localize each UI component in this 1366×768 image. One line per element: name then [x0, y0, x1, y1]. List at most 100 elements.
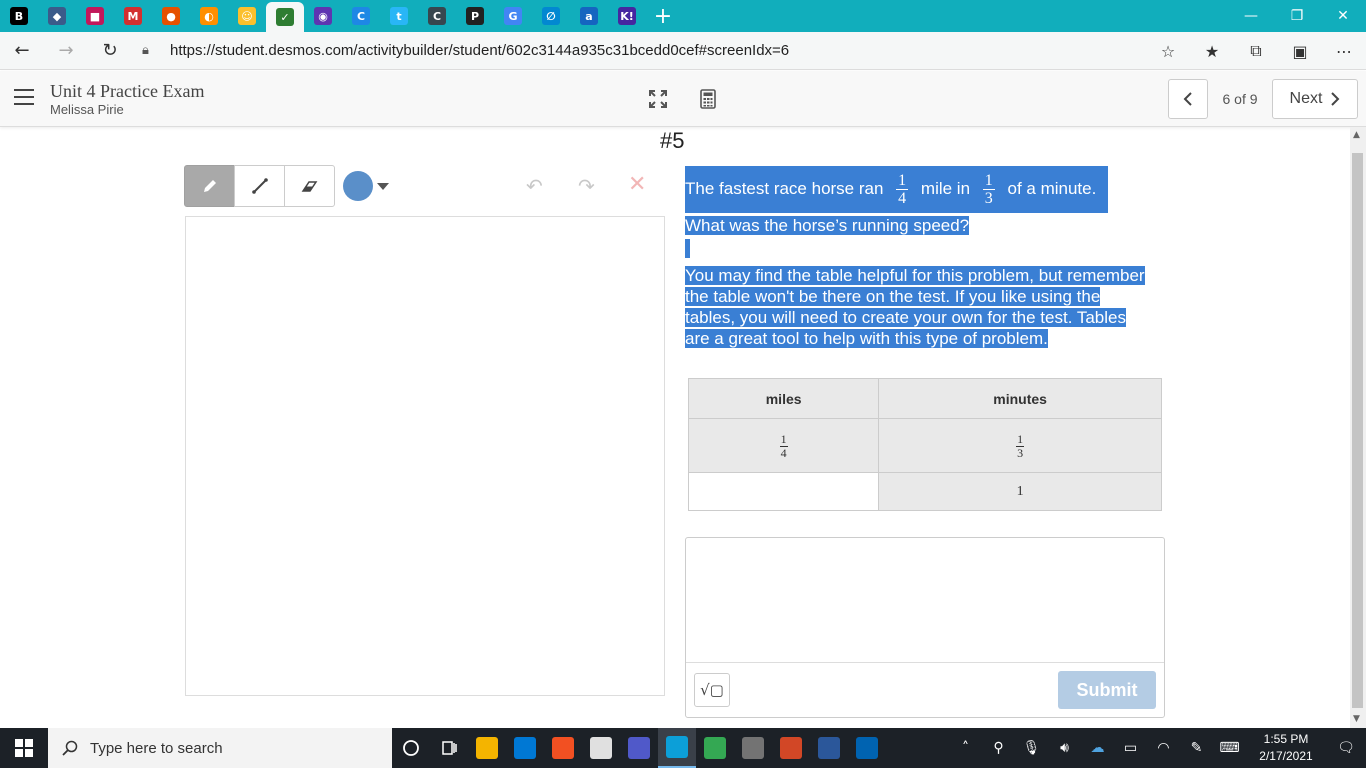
browser-tab[interactable]: ◉	[304, 0, 342, 32]
store-taskbar-button[interactable]	[544, 728, 582, 768]
file-explorer-taskbar-button[interactable]	[468, 728, 506, 768]
browser-tab[interactable]: ☺	[228, 0, 266, 32]
previous-screen-button[interactable]	[1168, 79, 1208, 119]
redo-icon[interactable]: ↷	[578, 174, 595, 198]
restore-button[interactable]: ❐	[1274, 0, 1320, 32]
calculator-taskbar-button[interactable]	[734, 728, 772, 768]
clear-sketch-icon[interactable]: ✕	[628, 172, 646, 197]
notifications-icon[interactable]: 🗨︎	[1326, 728, 1366, 768]
browser-tab[interactable]: ■	[76, 0, 114, 32]
fraction-denominator: 4	[780, 445, 787, 460]
more-options-icon[interactable]: ⋯	[1322, 32, 1366, 70]
cortana-icon[interactable]	[392, 728, 430, 768]
scrollbar-thumb[interactable]	[1352, 153, 1363, 708]
task-view-icon[interactable]	[430, 728, 468, 768]
fraction-numerator: 1	[779, 431, 788, 447]
table-header-row: miles minutes	[687, 378, 1162, 419]
browser-tab[interactable]: B	[0, 0, 38, 32]
fullscreen-icon[interactable]	[648, 89, 668, 109]
new-tab-button[interactable]: +	[646, 0, 680, 32]
teams-taskbar-button[interactable]	[620, 728, 658, 768]
menu-icon[interactable]	[14, 89, 34, 105]
taskbar-clock[interactable]: 1:55 PM 2/17/2021	[1246, 731, 1326, 765]
pencil-icon	[203, 180, 216, 192]
edge-taskbar-button[interactable]	[658, 728, 696, 768]
cell-miles-2-input[interactable]	[687, 472, 880, 511]
word-taskbar-button[interactable]	[810, 728, 848, 768]
chevron-right-icon	[1331, 92, 1340, 106]
powerpoint-taskbar-button[interactable]	[772, 728, 810, 768]
browser-tab[interactable]: ◆	[38, 0, 76, 32]
line-tool-button[interactable]	[234, 165, 285, 207]
collections-icon[interactable]: ⧉	[1234, 32, 1278, 70]
browser-tab[interactable]: C	[342, 0, 380, 32]
pencil-tool-button[interactable]	[184, 165, 235, 207]
taskbar-apps	[468, 728, 886, 768]
browser-tab[interactable]: G	[494, 0, 532, 32]
browser-tab[interactable]: C	[418, 0, 456, 32]
chrome-taskbar-button[interactable]	[696, 728, 734, 768]
photos-taskbar-button[interactable]	[848, 728, 886, 768]
next-screen-button[interactable]: Next	[1272, 79, 1358, 119]
calculator-icon[interactable]	[698, 89, 718, 109]
browser-tab[interactable]: M	[114, 0, 152, 32]
tab-favicon-icon: G	[504, 7, 522, 25]
answer-input-box[interactable]: √▢ Submit	[685, 537, 1165, 718]
question-prompt: The fastest race horse ran 14 mile in 13…	[685, 166, 1155, 349]
browser-tab[interactable]: ●	[152, 0, 190, 32]
refresh-button[interactable]: ↻	[88, 32, 132, 70]
start-button[interactable]	[0, 728, 48, 768]
tray-overflow-icon[interactable]: ˄	[949, 728, 982, 768]
volume-icon[interactable]: 🔊︎	[1048, 728, 1081, 768]
microphone-icon[interactable]: 🎙︎	[1015, 728, 1048, 768]
column-header-miles: miles	[687, 378, 880, 419]
clock-app-taskbar-button[interactable]	[582, 728, 620, 768]
cell-minutes-1: 13	[878, 418, 1162, 473]
add-favorite-icon[interactable]: ☆	[1146, 32, 1190, 70]
url-field[interactable]: https://student.desmos.com/activitybuild…	[170, 42, 1120, 59]
browser-tab[interactable]: ∅	[532, 0, 570, 32]
battery-icon[interactable]: ▭	[1114, 728, 1147, 768]
keyboard-icon[interactable]: ⌨	[1213, 728, 1246, 768]
browser-tab[interactable]: ✓	[266, 2, 304, 32]
taskbar-search[interactable]: Type here to search	[48, 728, 392, 768]
wifi-icon[interactable]: ◠	[1147, 728, 1180, 768]
address-bar-actions: ☆ ★ ⧉ ▣ ⋯	[1146, 32, 1366, 70]
math-keyboard-button[interactable]: √▢	[694, 673, 730, 707]
favorites-icon[interactable]: ★	[1190, 32, 1234, 70]
tab-favicon-icon: ☺	[238, 7, 256, 25]
eraser-icon	[301, 181, 317, 192]
people-icon[interactable]: ⚲	[982, 728, 1015, 768]
browser-tab[interactable]: K!	[608, 0, 646, 32]
eraser-tool-button[interactable]	[284, 165, 335, 207]
answer-footer: √▢ Submit	[686, 662, 1164, 717]
back-button[interactable]: ←	[0, 32, 44, 70]
teacher-name: Melissa Pirie	[50, 102, 124, 117]
scroll-up-arrow-icon[interactable]: ▲	[1353, 130, 1360, 140]
mail-taskbar-button[interactable]	[506, 728, 544, 768]
fraction-numerator: 1	[896, 172, 909, 191]
prompt-text-part2: mile in	[920, 179, 971, 198]
color-picker[interactable]	[343, 171, 389, 201]
forward-button[interactable]: →	[44, 32, 88, 70]
sketch-canvas[interactable]	[185, 216, 665, 696]
pen-icon[interactable]: ✎	[1180, 728, 1213, 768]
tab-favicon-icon: ●	[162, 7, 180, 25]
browser-tab[interactable]: ◐	[190, 0, 228, 32]
browser-tab[interactable]: P	[456, 0, 494, 32]
scroll-down-arrow-icon[interactable]: ▼	[1353, 714, 1360, 724]
tab-favicon-icon: a	[580, 7, 598, 25]
browser-tab[interactable]: t	[380, 0, 418, 32]
undo-icon[interactable]: ↶	[526, 174, 543, 198]
search-placeholder: Type here to search	[90, 739, 223, 757]
activity-title: Unit 4 Practice Exam	[50, 81, 205, 101]
lock-icon[interactable]: 🔒︎	[142, 43, 162, 58]
onedrive-icon[interactable]: ☁	[1081, 728, 1114, 768]
minimize-button[interactable]: —	[1228, 0, 1274, 32]
profile-icon[interactable]: ▣	[1278, 32, 1322, 70]
browser-tab[interactable]: a	[570, 0, 608, 32]
sketch-toolbar	[184, 165, 335, 207]
submit-button[interactable]: Submit	[1058, 671, 1156, 709]
edge-icon	[666, 736, 688, 758]
close-window-button[interactable]: ✕	[1320, 0, 1366, 32]
